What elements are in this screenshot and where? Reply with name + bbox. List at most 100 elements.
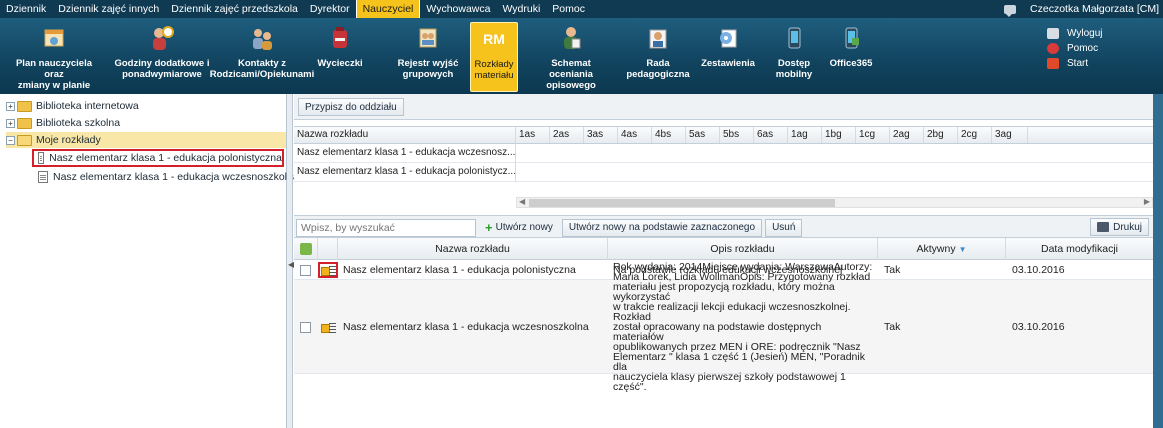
column-header-class[interactable]: 2as bbox=[550, 127, 584, 143]
toolbar-rejestr-wyjsc-button[interactable]: Rejestr wyjść grupowych bbox=[396, 22, 460, 92]
icon-column-header bbox=[318, 238, 338, 260]
menu-wydruki[interactable]: Wydruki bbox=[496, 0, 546, 18]
scroll-left-icon[interactable]: ◀ bbox=[519, 197, 525, 206]
help-link[interactable]: Pomoc bbox=[1047, 41, 1137, 56]
toolbar-godziny-dodatkowe-button[interactable]: Godziny dodatkowe i ponadwymiarowe bbox=[110, 22, 214, 92]
plus-icon: + bbox=[485, 220, 493, 235]
class-grid-header: Nazwa rozkładu 1as 2as 3as 4as 4bs 5as 5… bbox=[294, 126, 1153, 144]
create-new-button[interactable]: + Utwórz nowy bbox=[479, 219, 559, 237]
contacts-icon bbox=[253, 29, 272, 50]
user-name[interactable]: Czeczotka Małgorzata [CM] bbox=[1030, 3, 1159, 15]
rm-icon: RM bbox=[483, 31, 505, 47]
column-header-aktywny[interactable]: Aktywny ▼ bbox=[878, 238, 1006, 260]
reports-icon bbox=[720, 29, 737, 48]
column-header-nazwa[interactable]: Nazwa rozkładu bbox=[338, 238, 608, 260]
menu-pomoc[interactable]: Pomoc bbox=[546, 0, 591, 18]
column-header-class[interactable]: 2bg bbox=[924, 127, 958, 143]
edit-schedule-icon[interactable] bbox=[318, 262, 338, 278]
teachers-council-icon bbox=[649, 29, 667, 49]
row-checkbox[interactable] bbox=[300, 321, 311, 333]
extra-hours-icon bbox=[153, 26, 174, 50]
folder-icon bbox=[17, 117, 32, 129]
horizontal-scrollbar[interactable]: ◀ ▶ bbox=[516, 197, 1153, 208]
document-icon bbox=[38, 171, 48, 183]
folder-icon bbox=[17, 100, 32, 112]
row-checkbox[interactable] bbox=[300, 264, 311, 276]
menu-dziennik[interactable]: Dziennik bbox=[0, 0, 52, 18]
menu-dziennik-zajec-przedszkola[interactable]: Dziennik zajęć przedszkola bbox=[165, 0, 304, 18]
expand-icon[interactable]: + bbox=[6, 118, 15, 128]
column-header-class[interactable]: 4bs bbox=[652, 127, 686, 143]
scroll-thumb[interactable] bbox=[529, 199, 835, 207]
tree-node-biblioteka-internetowa[interactable]: + Biblioteka internetowa bbox=[6, 98, 139, 114]
column-header-class[interactable]: 2cg bbox=[958, 127, 992, 143]
printer-icon bbox=[1097, 222, 1110, 232]
logout-link[interactable]: Wyloguj bbox=[1047, 26, 1137, 41]
collapse-icon[interactable]: − bbox=[6, 135, 15, 145]
expand-icon[interactable]: + bbox=[6, 101, 15, 111]
cell-name: Nasz elementarz klasa 1 - edukacja polon… bbox=[343, 264, 576, 276]
main-menu-bar: Dziennik Dziennik zajęć innych Dziennik … bbox=[0, 0, 1163, 18]
row-icon-cell bbox=[318, 260, 338, 280]
select-all-icon[interactable] bbox=[299, 243, 312, 255]
tree-node-edukacja-polonistyczna[interactable]: Nasz elementarz klasa 1 - edukacja polon… bbox=[32, 149, 284, 167]
list-header: Nazwa rozkładu Opis rozkładu Aktywny ▼ Da… bbox=[294, 238, 1153, 260]
column-header-class[interactable]: 5as bbox=[686, 127, 720, 143]
toolbar-schemat-oceniania-button[interactable]: Schemat oceniania opisowego bbox=[528, 22, 614, 92]
menu-nauczyciel[interactable]: Nauczyciel bbox=[355, 0, 421, 18]
toolbar-wycieczki-button[interactable]: Wycieczki bbox=[310, 22, 370, 92]
table-row[interactable]: Nasz elementarz klasa 1 - edukacja wczes… bbox=[294, 144, 1153, 163]
column-header-class[interactable]: 6as bbox=[754, 127, 788, 143]
column-header-class[interactable]: 3ag bbox=[992, 127, 1028, 143]
cell-description: Rok wydania: 2014Miejsce wydania: Warsza… bbox=[613, 261, 873, 393]
cell-name: Nasz elementarz klasa 1 - edukacja wczes… bbox=[343, 321, 589, 333]
table-row[interactable]: Nasz elementarz klasa 1 - edukacja polon… bbox=[294, 163, 1153, 182]
assign-to-class-button[interactable]: Przypisz do oddziału bbox=[298, 98, 404, 116]
module-toolbar: Plan nauczyciela oraz zmiany w planie Go… bbox=[0, 18, 1163, 94]
column-header-class[interactable]: 1cg bbox=[856, 127, 890, 143]
start-link[interactable]: Start bbox=[1047, 56, 1137, 71]
column-header-class[interactable]: 2ag bbox=[890, 127, 924, 143]
svg-text:RM: RM bbox=[483, 31, 505, 47]
delete-button[interactable]: Usuń bbox=[765, 218, 803, 237]
column-header-name[interactable]: Nazwa rozkładu bbox=[294, 127, 516, 143]
toolbar-rozklady-materialu-button[interactable]: RM Rozkłady materiału bbox=[470, 22, 518, 92]
print-button[interactable]: Drukuj bbox=[1090, 218, 1149, 236]
menu-dyrektor[interactable]: Dyrektor bbox=[304, 0, 356, 18]
column-header-data-modyfikacji[interactable]: Data modyfikacji bbox=[1006, 238, 1153, 260]
class-assignment-grid: Nazwa rozkładu 1as 2as 3as 4as 4bs 5as 5… bbox=[294, 120, 1153, 216]
select-all-cell bbox=[294, 238, 318, 260]
column-header-opis[interactable]: Opis rozkładu bbox=[608, 238, 878, 260]
sort-desc-icon: ▼ bbox=[958, 245, 967, 254]
table-row[interactable]: Nasz elementarz klasa 1 - edukacja wczes… bbox=[294, 261, 1153, 393]
scroll-right-icon[interactable]: ▶ bbox=[1144, 197, 1150, 206]
column-header-class[interactable]: 1ag bbox=[788, 127, 822, 143]
tree-node-edukacja-wczesnoszkolna[interactable]: Nasz elementarz klasa 1 - edukacja wczes… bbox=[38, 169, 299, 185]
side-panel-strip[interactable] bbox=[1153, 94, 1163, 428]
create-from-selected-button[interactable]: Utwórz nowy na podstawie zaznaczonego bbox=[561, 218, 763, 237]
column-header-class[interactable]: 1bg bbox=[822, 127, 856, 143]
toolbar-kontakty-button[interactable]: Kontakty z Rodzicami/Opiekunami bbox=[210, 22, 314, 92]
toolbar-plan-nauczyciela-button[interactable]: Plan nauczyciela oraz zmiany w planie bbox=[6, 22, 102, 92]
panel-splitter[interactable]: ◀ bbox=[287, 94, 294, 428]
toolbar-zestawienia-button[interactable]: Zestawienia bbox=[698, 22, 758, 92]
toolbar-office365-button[interactable]: Office365 bbox=[826, 22, 876, 92]
column-header-class[interactable]: 5bs bbox=[720, 127, 754, 143]
trips-icon bbox=[333, 27, 347, 48]
session-links: Wyloguj Pomoc Start bbox=[1047, 26, 1137, 71]
cell-active: Tak bbox=[884, 264, 901, 276]
menu-wychowawca[interactable]: Wychowawca bbox=[420, 0, 496, 18]
cell-name: Nasz elementarz klasa 1 - edukacja wczes… bbox=[294, 144, 516, 162]
search-input[interactable] bbox=[296, 218, 476, 237]
assign-toolbar: Przypisz do oddziału bbox=[294, 94, 1153, 120]
column-header-class[interactable]: 4as bbox=[618, 127, 652, 143]
toolbar-dostep-mobilny-button[interactable]: Dostęp mobilny bbox=[770, 22, 818, 92]
tree-node-moje-rozklady[interactable]: − Moje rozkłady bbox=[6, 132, 286, 148]
messages-icon[interactable] bbox=[1004, 4, 1017, 17]
toolbar-rada-pedagogiczna-button[interactable]: Rada pedagogiczna bbox=[626, 22, 690, 92]
column-header-class[interactable]: 1as bbox=[516, 127, 550, 143]
tree-node-biblioteka-szkolna[interactable]: + Biblioteka szkolna bbox=[6, 115, 120, 131]
edit-schedule-icon[interactable] bbox=[318, 319, 338, 335]
menu-dziennik-zajec-innych[interactable]: Dziennik zajęć innych bbox=[52, 0, 165, 18]
column-header-class[interactable]: 3as bbox=[584, 127, 618, 143]
